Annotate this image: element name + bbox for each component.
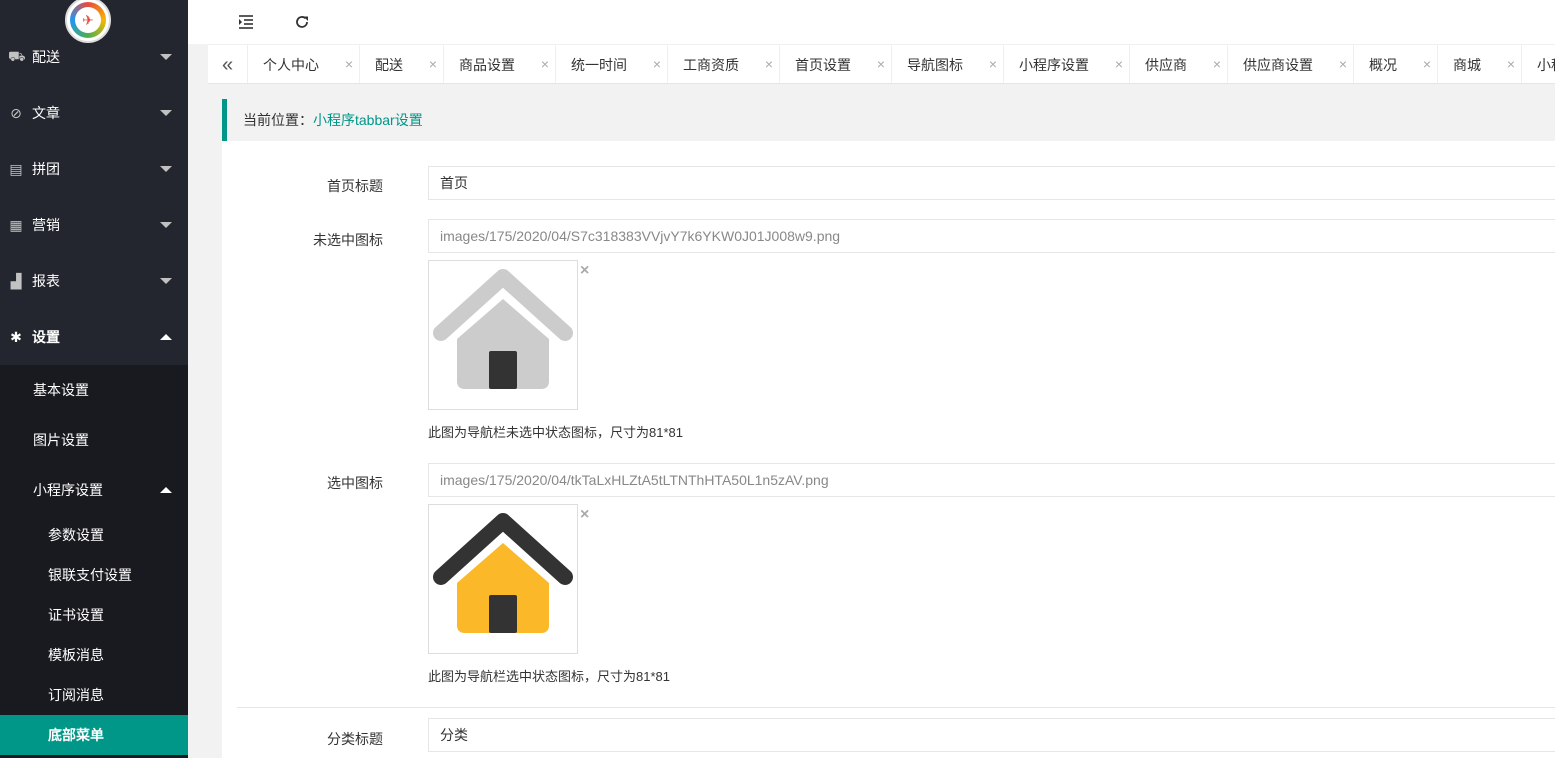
submenu-item-miniprogram[interactable]: 小程序设置 <box>0 465 188 515</box>
tab-item[interactable]: 商品设置 × <box>444 45 556 83</box>
tab-item[interactable]: 导航图标 × <box>892 45 1004 83</box>
category-title-label: 分类标题 <box>327 731 383 747</box>
breadcrumb-prefix: 当前位置： <box>243 112 313 128</box>
tab-item[interactable]: 配送 × <box>360 45 444 83</box>
remove-image-icon[interactable]: × <box>580 506 589 524</box>
tab-item[interactable]: 供应商 × <box>1130 45 1228 83</box>
submenu2-item-label: 银联支付设置 <box>48 567 132 583</box>
chevron-up-icon <box>160 334 172 340</box>
chevron-down-icon <box>160 54 172 60</box>
submenu-item-label: 基本设置 <box>33 382 89 398</box>
tab-item[interactable]: 统一时间 × <box>556 45 668 83</box>
chevron-down-icon <box>160 110 172 116</box>
submenu-item-basic[interactable]: 基本设置 <box>0 365 188 415</box>
sidebar-item-report[interactable]: ▟ 报表 <box>0 253 188 309</box>
remove-image-icon[interactable]: × <box>580 262 589 280</box>
home-gray-icon <box>433 269 573 389</box>
section-divider <box>237 707 1555 708</box>
refresh-icon[interactable] <box>288 8 316 36</box>
close-icon[interactable]: × <box>541 56 549 72</box>
sidebar-item-label: 报表 <box>32 273 60 289</box>
indent-icon[interactable] <box>232 8 260 36</box>
close-icon[interactable]: × <box>1213 56 1221 72</box>
submenu2-item-label: 模板消息 <box>48 647 104 663</box>
close-icon[interactable]: × <box>1423 56 1431 72</box>
submenu2-item-subscribe-msg[interactable]: 订阅消息 <box>0 675 188 715</box>
gift-icon: ▦ <box>9 216 23 233</box>
top-header <box>188 0 1555 44</box>
submenu2-item-label: 订阅消息 <box>48 687 104 703</box>
double-chevron-left-icon[interactable]: « <box>208 45 248 83</box>
home-title-label: 首页标题 <box>327 178 383 194</box>
close-icon[interactable]: × <box>765 56 773 72</box>
submenu2-item-params[interactable]: 参数设置 <box>0 515 188 555</box>
submenu-item-label: 小程序设置 <box>33 482 103 498</box>
submenu2-item-unionpay[interactable]: 银联支付设置 <box>0 555 188 595</box>
group-icon: ▤ <box>9 160 23 177</box>
submenu2-item-label: 底部菜单 <box>48 727 104 743</box>
home-yellow-icon <box>433 513 573 633</box>
compass-icon: ⊘ <box>10 104 22 121</box>
sidebar-item-label: 拼团 <box>32 161 60 177</box>
submenu-item-label: 图片设置 <box>33 432 89 448</box>
settings-submenu: 基本设置 图片设置 小程序设置 参数设置 银联支付设置 证书设置 模板消息 订阅… <box>0 365 188 758</box>
sidebar-item-delivery[interactable]: ⛟ 配送 <box>0 29 188 85</box>
sidebar-item-settings[interactable]: ✱ 设置 <box>0 309 188 365</box>
breadcrumb-current[interactable]: 小程序tabbar设置 <box>313 110 423 130</box>
tab-item[interactable]: 小程 <box>1522 45 1555 83</box>
close-icon[interactable]: × <box>1507 56 1515 72</box>
tab-item[interactable]: 小程序设置 × <box>1004 45 1130 83</box>
submenu2-item-label: 证书设置 <box>48 607 104 623</box>
selected-icon-preview[interactable] <box>428 504 578 654</box>
sidebar-item-label: 配送 <box>32 49 60 65</box>
chevron-down-icon <box>160 166 172 172</box>
tab-item[interactable]: 概况 × <box>1354 45 1438 83</box>
sidebar-item-label: 设置 <box>32 329 60 345</box>
tab-item[interactable]: 首页设置 × <box>780 45 892 83</box>
category-title-input[interactable]: 分类 <box>428 718 1555 752</box>
close-icon[interactable]: × <box>429 56 437 72</box>
gear-icon: ✱ <box>10 328 22 345</box>
selected-icon-label: 选中图标 <box>327 475 383 491</box>
submenu2-item-certificate[interactable]: 证书设置 <box>0 595 188 635</box>
close-icon[interactable]: × <box>1115 56 1123 72</box>
unselected-icon-hint: 此图为导航栏未选中状态图标，尺寸为81*81 <box>428 425 683 440</box>
sidebar-item-article[interactable]: ⊘ 文章 <box>0 85 188 141</box>
home-title-input[interactable]: 首页 <box>428 166 1555 200</box>
close-icon[interactable]: × <box>1339 56 1347 72</box>
tab-item[interactable]: 供应商设置 × <box>1228 45 1354 83</box>
close-icon[interactable]: × <box>345 56 353 72</box>
sidebar-item-label: 营销 <box>32 217 60 233</box>
tab-bar: « 个人中心 × 配送 × 商品设置 × 统一时间 × 工商资质 × 首页设置 × 导航图标… <box>208 44 1555 84</box>
chevron-down-icon <box>160 278 172 284</box>
submenu2-item-label: 参数设置 <box>48 527 104 543</box>
tab-item[interactable]: 商城 × <box>1438 45 1522 83</box>
sidebar-item-label: 文章 <box>32 105 60 121</box>
sidebar-item-groupbuy[interactable]: ▤ 拼团 <box>0 141 188 197</box>
truck-icon: ⛟ <box>8 47 26 64</box>
unselected-icon-label: 未选中图标 <box>313 232 383 248</box>
close-icon[interactable]: × <box>877 56 885 72</box>
unselected-icon-path-input[interactable]: images/175/2020/04/S7c318383VVjvY7k6YKW0… <box>428 219 1555 253</box>
unselected-icon-preview[interactable] <box>428 260 578 410</box>
bar-chart-icon: ▟ <box>10 272 22 289</box>
selected-icon-path-input[interactable]: images/175/2020/04/tkTaLxHLZtA5tLTNThHTA… <box>428 463 1555 497</box>
submenu2-item-bottom-menu[interactable]: 底部菜单 <box>0 715 188 755</box>
chevron-down-icon <box>160 222 172 228</box>
breadcrumb: 当前位置： 小程序tabbar设置 <box>222 99 1555 141</box>
submenu2-item-template-msg[interactable]: 模板消息 <box>0 635 188 675</box>
sidebar: ✈ ⛟ 配送 ⊘ 文章 ▤ 拼团 ▦ 营销 ▟ 报表 ✱ 设置 基本设置 图片设… <box>0 0 188 758</box>
close-icon[interactable]: × <box>989 56 997 72</box>
selected-icon-hint: 此图为导航栏选中状态图标，尺寸为81*81 <box>428 669 670 684</box>
close-icon[interactable]: × <box>653 56 661 72</box>
tab-item[interactable]: 个人中心 × <box>248 45 360 83</box>
sidebar-item-marketing[interactable]: ▦ 营销 <box>0 197 188 253</box>
tab-item[interactable]: 工商资质 × <box>668 45 780 83</box>
submenu-item-images[interactable]: 图片设置 <box>0 415 188 465</box>
chevron-up-icon <box>160 487 172 493</box>
